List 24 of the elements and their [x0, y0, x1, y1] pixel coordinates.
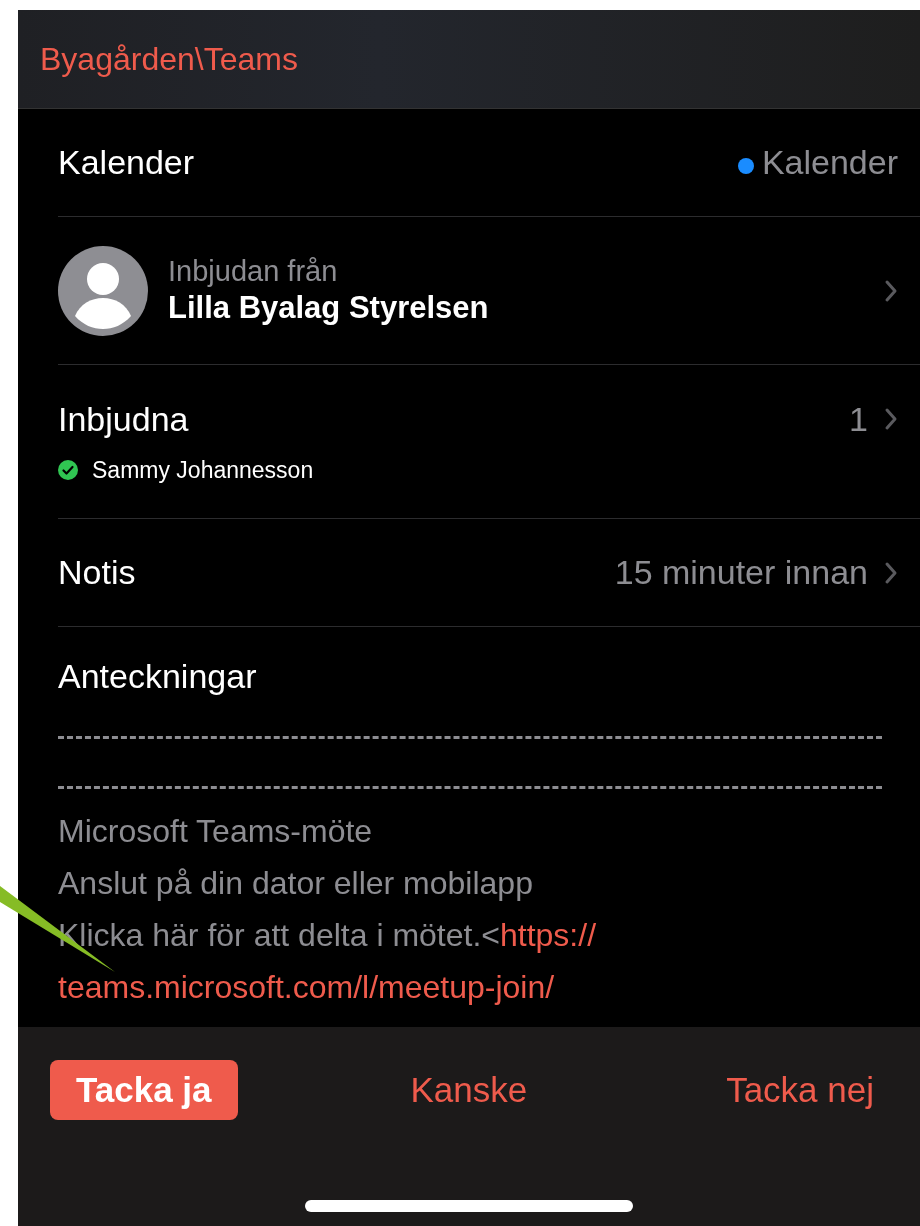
field-label: Kalender: [58, 143, 196, 182]
note-text: Anslut på din dator eller mobilapp: [58, 865, 533, 901]
meeting-link[interactable]: teams.microsoft.com/l/meetup-join/: [58, 969, 555, 1005]
notes-label: Anteckningar: [58, 657, 258, 696]
alert-value[interactable]: 15 minuter innan: [614, 553, 868, 592]
calendar-title: Byagården\Teams: [40, 40, 298, 78]
organizer-row[interactable]: Inbjudan från Lilla Byalag Styrelsen: [58, 217, 920, 365]
organizer-caption: Inbjudan från: [168, 255, 339, 288]
note-text: Microsoft Teams-möte: [58, 813, 373, 849]
calendar-name[interactable]: Kalender: [761, 143, 898, 181]
response-button[interactable]: Tacka ja: [50, 1060, 238, 1120]
chevron-right-icon: [884, 278, 898, 303]
home-indicator[interactable]: [305, 1200, 633, 1212]
chevron-right-icon: [884, 407, 898, 431]
meeting-link[interactable]: https://: [500, 917, 597, 953]
response-button[interactable]: Tacka nej: [700, 1060, 900, 1120]
organizer-name: Lilla Byalag Styrelsen: [168, 290, 490, 326]
chevron-right-icon: [884, 560, 898, 585]
field-label: Inbjudna: [58, 399, 190, 439]
response-button[interactable]: Kanske: [384, 1060, 554, 1120]
field-label: Notis: [58, 553, 137, 592]
avatar-icon: [58, 245, 148, 336]
invitee-count[interactable]: 1: [849, 399, 868, 439]
invitee-name: Sammy Johannesson: [92, 456, 314, 484]
